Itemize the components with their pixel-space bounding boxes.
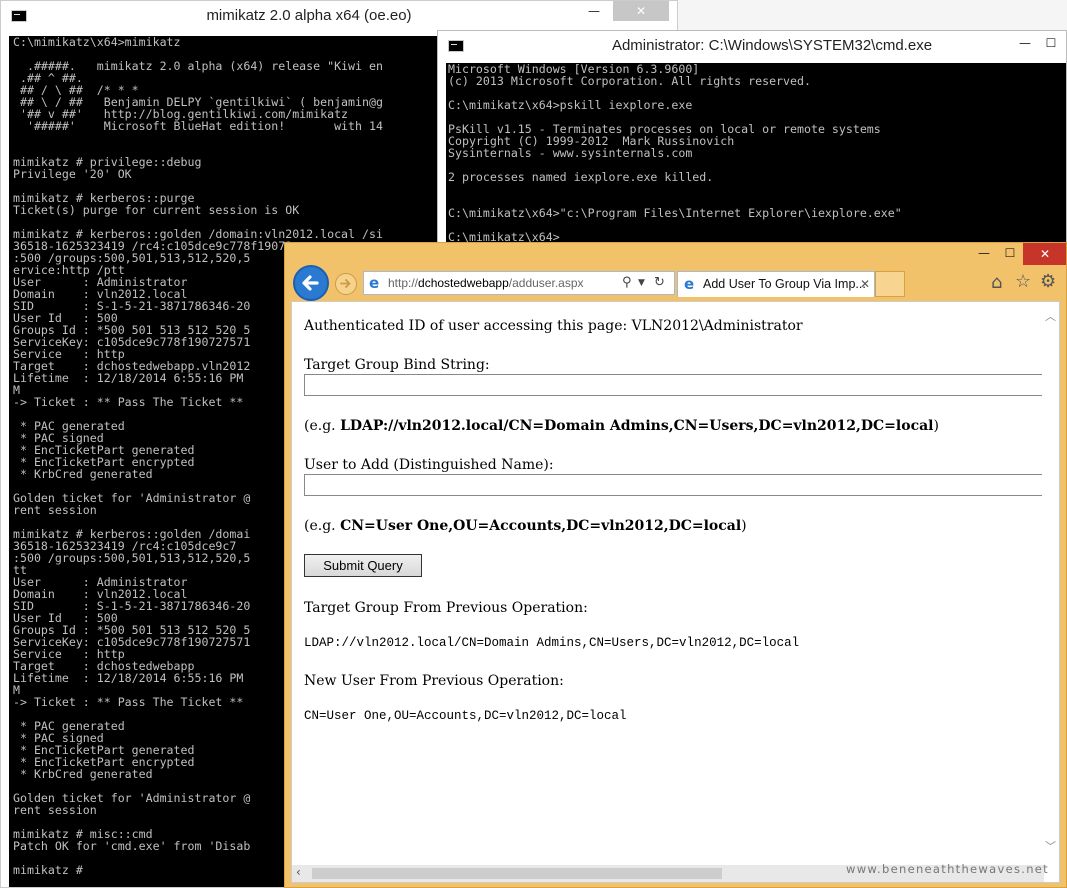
refresh-icon[interactable]: ↻ (654, 272, 665, 294)
ie-logo-icon: e (369, 274, 380, 292)
submit-query-button[interactable]: Submit Query (304, 554, 422, 577)
search-icon[interactable]: ⚲ (622, 272, 632, 294)
minimize-button[interactable]: — (579, 1, 609, 21)
horizontal-scroll-thumb[interactable] (312, 868, 722, 879)
group-label: Target Group Bind String: (304, 357, 490, 373)
cmd-title: Administrator: C:\Windows\SYSTEM32\cmd.e… (611, 37, 933, 54)
address-bar[interactable]: e http://dchostedwebapp/adduser.aspx ⚲ ▼… (363, 271, 675, 295)
cmd-console[interactable]: Microsoft Windows [Version 6.3.9600] (c) … (446, 63, 1066, 244)
auth-text: Authenticated ID of user accessing this … (304, 318, 803, 334)
star-icon[interactable]: ☆ (1015, 271, 1031, 292)
new-tab-button[interactable] (875, 271, 905, 297)
console-icon (448, 40, 464, 52)
maximize-button[interactable]: ☐ (995, 243, 1025, 263)
scroll-left-icon[interactable]: ‹ (296, 865, 301, 879)
page-content[interactable]: Authenticated ID of user accessing this … (291, 301, 1060, 883)
back-arrow-icon (302, 275, 319, 291)
prev-group-value: LDAP://vln2012.local/CN=Domain Admins,CN… (304, 636, 800, 650)
ie-logo-icon: e (684, 275, 695, 293)
console-line: C:\mimikatz\x64>"c:\Program Files\Intern… (448, 206, 902, 220)
watermark: www.beneneaththewaves.net (846, 862, 1049, 876)
dropdown-icon[interactable]: ▼ (638, 272, 645, 294)
cmd-titlebar[interactable]: Administrator: C:\Windows\SYSTEM32\cmd.e… (438, 31, 1066, 61)
user-label: User to Add (Distinguished Name): (304, 457, 554, 473)
browser-window[interactable]: — ☐ ✕ e http://dchostedwebapp/adduser.as… (284, 242, 1067, 888)
prev-user-label: New User From Previous Operation: (304, 673, 564, 689)
prev-user-value: CN=User One,OU=Accounts,DC=vln2012,DC=lo… (304, 709, 627, 723)
user-example: (e.g. CN=User One,OU=Accounts,DC=vln2012… (304, 518, 747, 534)
group-bind-input[interactable] (304, 374, 1052, 396)
console-line: C:\mimikatz\x64>pskill iexplore.exe (448, 98, 693, 112)
back-button[interactable] (293, 265, 329, 301)
tab-title: Add User To Group Via Imp... (703, 277, 866, 291)
console-line: (c) 2013 Microsoft Corporation. All righ… (448, 74, 811, 88)
gear-icon[interactable]: ⚙ (1040, 271, 1056, 292)
user-dn-input[interactable] (304, 474, 1052, 496)
cmd-window[interactable]: Administrator: C:\Windows\SYSTEM32\cmd.e… (437, 30, 1067, 245)
address-url: http://dchostedwebapp/adduser.aspx (388, 276, 584, 290)
forward-button[interactable] (335, 273, 357, 295)
group-example: (e.g. LDAP://vln2012.local/CN=Domain Adm… (304, 418, 939, 434)
scroll-up-icon[interactable]: ︿ (1045, 308, 1056, 324)
mimikatz-title: mimikatz 2.0 alpha x64 (oe.eo) (206, 7, 412, 24)
prev-group-label: Target Group From Previous Operation: (304, 600, 588, 616)
scroll-down-icon[interactable]: ﹀ (1045, 838, 1056, 854)
console-line: 2 processes named iexplore.exe killed. (448, 170, 714, 184)
tab-add-user[interactable]: e Add User To Group Via Imp... ✕ (677, 271, 875, 297)
forward-arrow-icon (340, 279, 351, 288)
vertical-scrollbar[interactable]: ︿ ﹀ (1042, 302, 1059, 868)
close-button[interactable]: ✕ (1023, 243, 1066, 265)
close-button[interactable]: ✕ (613, 1, 669, 21)
close-tab-icon[interactable]: ✕ (860, 272, 870, 296)
console-line: Sysinternals - www.sysinternals.com (448, 146, 693, 160)
home-icon[interactable]: ⌂ (991, 272, 1002, 293)
mimikatz-titlebar[interactable]: mimikatz 2.0 alpha x64 (oe.eo) — ✕ (1, 1, 677, 31)
maximize-button[interactable]: ☐ (1036, 33, 1066, 53)
